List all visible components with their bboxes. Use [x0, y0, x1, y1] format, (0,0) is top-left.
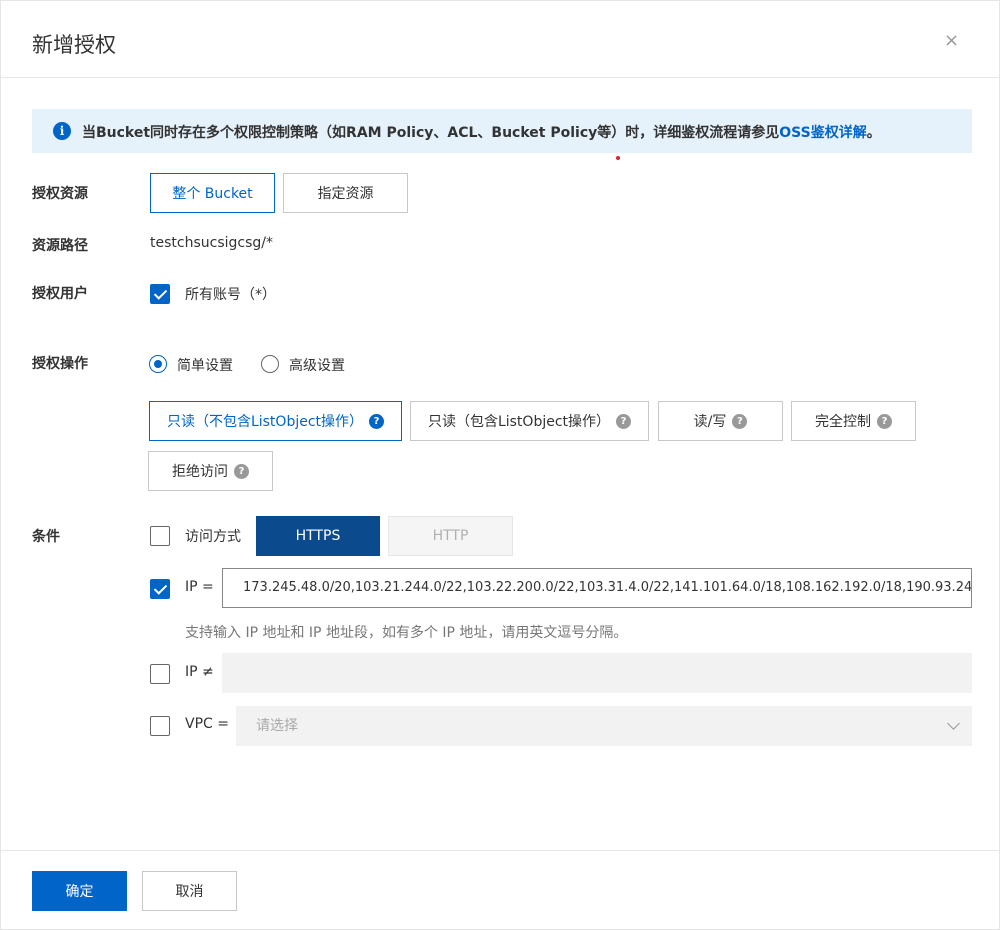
confirm-button[interactable]: 确定 [32, 871, 127, 911]
notice-text-suffix: 。 [866, 125, 881, 141]
dialog-title: 新增授权 [32, 33, 116, 57]
resource-label: 授权资源 [32, 186, 88, 202]
readonly-no-list-button[interactable]: 只读（不包含ListObject操作）? [149, 401, 402, 441]
readonly-no-list-label: 只读（不包含ListObject操作） [166, 414, 364, 430]
full-control-label: 完全控制 [815, 414, 871, 430]
ip-not-equals-label: IP ≠ [185, 664, 214, 680]
notice-text-prefix: 当Bucket同时存在多个权限控制策略（如RAM Policy、ACL、Buck… [82, 125, 780, 141]
vpc-checkbox[interactable] [150, 716, 170, 736]
notice-text: 当Bucket同时存在多个权限控制策略（如RAM Policy、ACL、Buck… [82, 122, 881, 142]
user-label: 授权用户 [32, 286, 88, 302]
advanced-mode-radio[interactable] [261, 355, 279, 373]
all-accounts-label: 所有账号（*） [185, 287, 276, 303]
readonly-with-list-button[interactable]: 只读（包含ListObject操作）? [410, 401, 649, 441]
help-icon[interactable]: ? [369, 413, 385, 429]
ip-not-equals-input[interactable] [222, 653, 972, 693]
read-write-label: 读/写 [693, 414, 727, 430]
resource-path-label: 资源路径 [32, 238, 88, 254]
help-icon[interactable]: ? [616, 413, 632, 429]
read-write-button[interactable]: 读/写? [658, 401, 783, 441]
ip-not-equals-checkbox[interactable] [150, 664, 170, 684]
red-dot-marker [616, 156, 620, 160]
oss-auth-doc-link[interactable]: OSS鉴权详解 [779, 125, 866, 141]
simple-mode-radio[interactable] [149, 355, 167, 373]
resource-specific-button[interactable]: 指定资源 [283, 173, 408, 213]
simple-mode-label: 简单设置 [177, 358, 233, 374]
https-toggle-button[interactable]: HTTPS [256, 516, 380, 556]
resource-path-value: testchsucsigcsg/* [150, 235, 273, 251]
help-icon[interactable]: ? [877, 413, 892, 429]
ip-equals-checkbox[interactable] [150, 579, 170, 599]
access-method-checkbox[interactable] [150, 526, 170, 546]
help-icon[interactable]: ? [234, 463, 249, 479]
http-toggle-button[interactable]: HTTP [388, 516, 513, 556]
dialog-header: 新增授权 × [1, 1, 1000, 78]
chevron-down-icon [947, 717, 960, 730]
deny-access-label: 拒绝访问 [172, 464, 228, 480]
ip-equals-input[interactable]: 173.245.48.0/20,103.21.244.0/22,103.22.2… [222, 568, 972, 608]
vpc-select[interactable]: 请选择 [236, 706, 972, 746]
resource-whole-bucket-button[interactable]: 整个 Bucket [150, 173, 275, 213]
all-accounts-checkbox[interactable] [150, 284, 170, 304]
access-method-label: 访问方式 [185, 529, 241, 545]
help-icon[interactable]: ? [732, 413, 748, 429]
operation-label: 授权操作 [32, 356, 88, 372]
conditions-label: 条件 [32, 529, 60, 545]
add-authorization-dialog: 新增授权 × i 当Bucket同时存在多个权限控制策略（如RAM Policy… [0, 0, 1000, 930]
policy-notice: i 当Bucket同时存在多个权限控制策略（如RAM Policy、ACL、Bu… [32, 109, 972, 153]
ip-equals-label: IP = [185, 579, 214, 595]
full-control-button[interactable]: 完全控制? [791, 401, 916, 441]
vpc-select-placeholder: 请选择 [256, 718, 298, 734]
readonly-with-list-label: 只读（包含ListObject操作） [427, 414, 611, 430]
ip-hint-text: 支持输入 IP 地址和 IP 地址段，如有多个 IP 地址，请用英文逗号分隔。 [185, 625, 628, 641]
info-icon: i [53, 122, 71, 140]
deny-access-button[interactable]: 拒绝访问? [148, 451, 273, 491]
close-icon[interactable]: × [944, 32, 959, 50]
cancel-button[interactable]: 取消 [142, 871, 237, 911]
vpc-label: VPC = [185, 716, 229, 732]
advanced-mode-label: 高级设置 [289, 358, 345, 374]
